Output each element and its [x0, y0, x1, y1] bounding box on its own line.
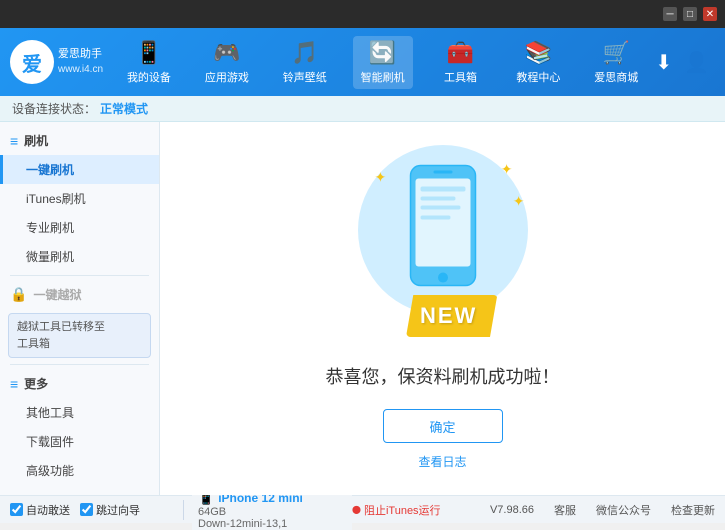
sidebar-item-itunes-flash[interactable]: iTunes刷机 [0, 184, 159, 213]
device-info-area: 📱 iPhone 12 mini 64GB Down-12mini-13,1 [192, 490, 352, 530]
guide-link[interactable]: 查看日志 [418, 453, 466, 470]
title-bar-controls: ─ □ ✕ [663, 7, 717, 21]
bottom-bar: 自动敢送 跳过向导 📱 iPhone 12 mini 64GB Down-12m… [0, 495, 725, 523]
status-bar: 设备连接状态： 正常模式 [0, 96, 725, 122]
sidebar-item-other-tools[interactable]: 其他工具 [0, 398, 159, 427]
checkbox-auto-send[interactable]: 自动敢送 [10, 502, 70, 518]
device-version: Down-12mini-13,1 [198, 518, 346, 530]
nav-app-game[interactable]: 🎮 应用游戏 [197, 36, 257, 89]
sidebar-section-jailbreak: 🔒 一键越狱 [0, 280, 159, 309]
sidebar-item-advanced[interactable]: 高级功能 [0, 456, 159, 485]
itunes-dot-icon: ⬤ [352, 505, 361, 514]
version-label: V7.98.66 [490, 504, 534, 516]
main-layout: ≡ 刷机 一键刷机 iTunes刷机 专业刷机 微量刷机 🔒 一键越狱 越狱工具… [0, 122, 725, 495]
auto-send-checkbox[interactable] [10, 503, 23, 516]
sidebar-item-one-click-flash[interactable]: 一键刷机 [0, 155, 159, 184]
wechat-button[interactable]: 微信公众号 [596, 502, 651, 518]
confirm-button[interactable]: 确定 [383, 409, 503, 443]
nav-my-device[interactable]: 📱 我的设备 [119, 36, 179, 89]
nav-ringtone[interactable]: 🎵 铃声壁纸 [275, 36, 335, 89]
itunes-status: ⬤ 阻止iTunes运行 [352, 502, 441, 518]
sidebar: ≡ 刷机 一键刷机 iTunes刷机 专业刷机 微量刷机 🔒 一键越狱 越狱工具… [0, 122, 160, 495]
more-section-icon: ≡ [10, 376, 18, 392]
game-icon: 🎮 [213, 40, 240, 66]
music-icon: 🎵 [291, 40, 318, 66]
sidebar-divider-1 [10, 275, 149, 276]
sparkle-3: ✦ [513, 193, 525, 210]
sidebar-item-pro-flash[interactable]: 专业刷机 [0, 213, 159, 242]
maximize-button[interactable]: □ [683, 7, 697, 21]
sparkle-1: ✦ [375, 169, 387, 186]
nav-shop[interactable]: 🛒 爱思商城 [586, 36, 646, 89]
close-button[interactable]: ✕ [703, 7, 717, 21]
header: 爱 爱思助手 www.i4.cn 📱 我的设备 🎮 应用游戏 🎵 铃声壁纸 🔄 … [0, 28, 725, 96]
book-icon: 📚 [525, 40, 552, 66]
refresh-icon: 🔄 [369, 40, 396, 66]
bottom-status-items: V7.98.66 客服 微信公众号 检查更新 [441, 502, 715, 518]
update-button[interactable]: 检查更新 [671, 502, 715, 518]
sidebar-jailbreak-notice: 越狱工具已转移至 工具箱 [8, 313, 151, 358]
toolbox-icon: 🧰 [447, 40, 474, 66]
sidebar-divider-2 [10, 364, 149, 365]
phone-svg [405, 161, 480, 294]
nav-bar: 📱 我的设备 🎮 应用游戏 🎵 铃声壁纸 🔄 智能刷机 🧰 工具箱 📚 教程中心… [110, 36, 655, 89]
sidebar-item-micro-flash[interactable]: 微量刷机 [0, 242, 159, 271]
checkbox-skip-wizard[interactable]: 跳过向导 [80, 502, 140, 518]
content-area: NEW ✦ ✦ ✦ 恭喜您，保资料刷机成功啦！ 确定 查看日志 [160, 122, 725, 495]
shop-icon: 🛒 [603, 40, 630, 66]
bottom-full: 自动敢送 跳过向导 📱 iPhone 12 mini 64GB Down-12m… [10, 490, 715, 530]
download-button[interactable]: ⬇ [655, 50, 672, 75]
success-text: 恭喜您，保资料刷机成功啦！ [326, 363, 560, 389]
nav-tutorial[interactable]: 📚 教程中心 [508, 36, 568, 89]
sidebar-section-more: ≡ 更多 [0, 369, 159, 398]
title-bar: ─ □ ✕ [0, 0, 725, 28]
user-button[interactable]: 👤 [684, 50, 709, 75]
support-button[interactable]: 客服 [554, 502, 576, 518]
bottom-checkboxes: 自动敢送 跳过向导 [10, 502, 175, 518]
separator-1 [183, 500, 184, 520]
logo-area: 爱 爱思助手 www.i4.cn [10, 40, 110, 84]
header-right: ⬇ 👤 [655, 50, 715, 75]
logo-text: 爱思助手 www.i4.cn [58, 47, 103, 76]
device-storage: 64GB [198, 506, 346, 518]
skip-wizard-checkbox[interactable] [80, 503, 93, 516]
sidebar-section-flash: ≡ 刷机 [0, 126, 159, 155]
sparkle-2: ✦ [501, 161, 513, 178]
logo-icon: 爱 [10, 40, 54, 84]
new-badge: NEW [406, 295, 497, 337]
flash-section-icon: ≡ [10, 133, 18, 149]
lock-icon: 🔒 [10, 286, 27, 303]
minimize-button[interactable]: ─ [663, 7, 677, 21]
sidebar-item-download-fw[interactable]: 下载固件 [0, 427, 159, 456]
phone-icon: 📱 [135, 40, 162, 66]
success-illustration: NEW ✦ ✦ ✦ [343, 147, 543, 347]
nav-smart-flash[interactable]: 🔄 智能刷机 [353, 36, 413, 89]
nav-toolbox[interactable]: 🧰 工具箱 [431, 36, 491, 89]
